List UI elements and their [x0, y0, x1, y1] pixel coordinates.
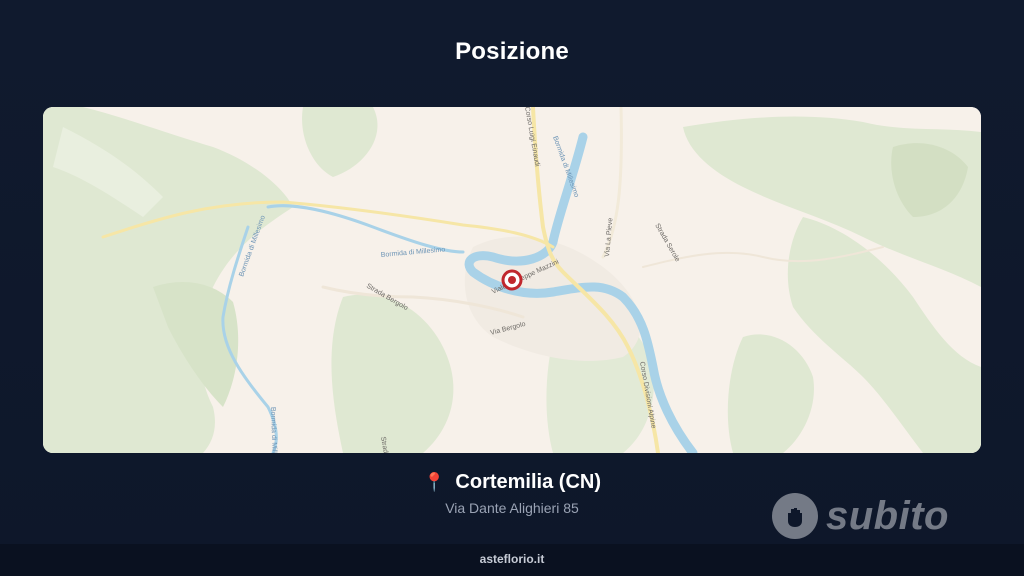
map-pin-icon: 📍 [423, 472, 446, 492]
footer-site[interactable]: asteflorio.it [480, 552, 545, 566]
label-river-south: Bormida di Millesimo [269, 407, 278, 453]
location-marker[interactable] [501, 269, 523, 291]
map-canvas[interactable]: Bormida di Millesimo Bormida di Millesim… [43, 107, 981, 453]
footer: asteflorio.it [0, 544, 1024, 576]
location-name: Cortemilia (CN) [455, 471, 601, 493]
marker-dot-icon [508, 276, 516, 284]
page-title: Posizione [455, 38, 569, 65]
brand-logo: subito [772, 490, 949, 542]
brand-hand-icon [772, 493, 818, 539]
map[interactable]: Bormida di Millesimo Bormida di Millesim… [43, 107, 981, 453]
brand-name: subito [826, 493, 949, 538]
